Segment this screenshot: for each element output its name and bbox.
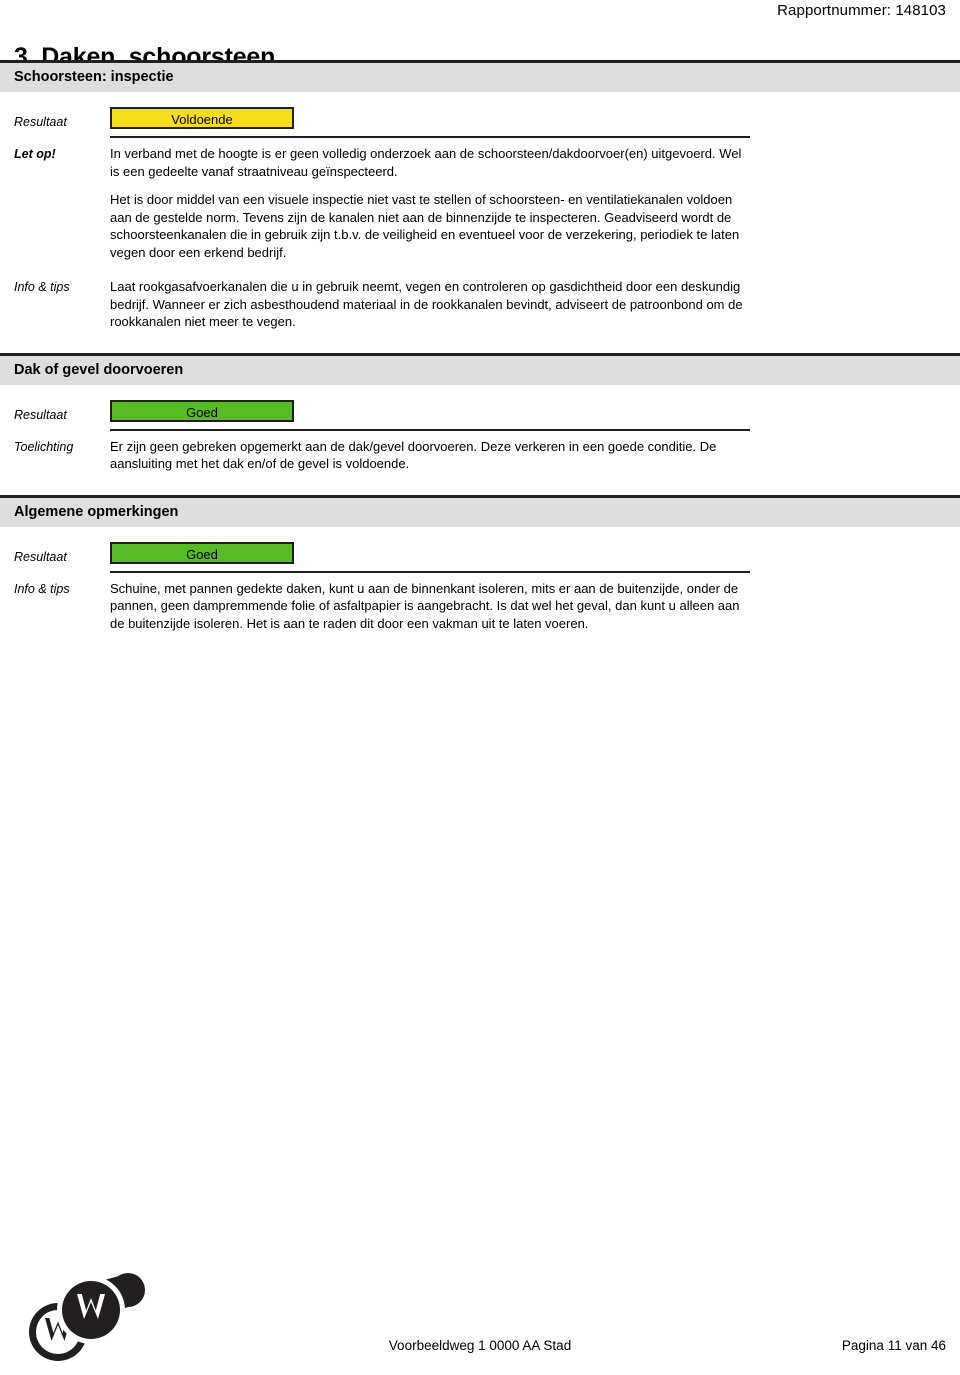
- info-tips-row: Info & tips Schuine, met pannen gedekte …: [0, 573, 960, 643]
- section-dak-of-gevel-doorvoeren: Dak of gevel doorvoeren Resultaat Goed T…: [0, 352, 960, 483]
- result-body: Goed: [110, 399, 960, 422]
- section-algemene-opmerkingen: Algemene opmerkingen Resultaat Goed Info…: [0, 494, 960, 643]
- toelichting-row: Toelichting Er zijn geen gebreken opgeme…: [0, 431, 960, 483]
- footer-page-number: Pagina 11 van 46: [841, 1338, 946, 1353]
- toelichting-label: Toelichting: [14, 439, 74, 454]
- info-tips-label: Info & tips: [14, 581, 70, 596]
- paragraph: Er zijn geen gebreken opgemerkt aan de d…: [110, 438, 717, 472]
- section-header: Algemene opmerkingen: [0, 494, 960, 527]
- note-label: Let op!: [14, 147, 56, 161]
- sections-container: Schoorsteen: inspectie Resultaat Voldoen…: [0, 60, 960, 642]
- status-badge: Goed: [110, 399, 294, 422]
- section-schoorsteen-inspectie: Schoorsteen: inspectie Resultaat Voldoen…: [0, 60, 960, 341]
- info-tips-body: Schuine, met pannen gedekte daken, kunt …: [110, 580, 960, 633]
- status-badge: Voldoende: [110, 107, 294, 129]
- result-row: Resultaat Goed: [0, 527, 960, 565]
- result-row: Resultaat Goed: [0, 385, 960, 423]
- paragraph: In verband met de hoogte is er geen voll…: [110, 146, 742, 179]
- note-body: In verband met de hoogte is er geen voll…: [110, 145, 960, 261]
- ww-logo: [18, 1269, 148, 1369]
- report-number: Rapportnummer: 148103: [777, 2, 946, 19]
- info-tips-label: Info & tips: [14, 280, 70, 294]
- result-label: Resultaat: [14, 407, 67, 422]
- footer-address: Voorbeeldweg 1 0000 AA Stad: [388, 1338, 572, 1353]
- result-body: Goed: [110, 541, 960, 564]
- document-page: Rapportnummer: 148103 3. Daken, schoorst…: [0, 0, 960, 1375]
- status-badge: Goed: [110, 541, 294, 564]
- paragraph: Laat rookgasafvoerkanalen die u in gebru…: [110, 279, 743, 329]
- section-header: Dak of gevel doorvoeren: [0, 352, 960, 385]
- page-footer: Voorbeeldweg 1 0000 AA Stad Pagina 11 va…: [0, 1265, 960, 1375]
- result-label: Resultaat: [14, 115, 67, 129]
- result-label: Resultaat: [14, 549, 67, 564]
- section-header: Schoorsteen: inspectie: [0, 60, 960, 92]
- result-body: Voldoende: [110, 107, 960, 129]
- paragraph: Schuine, met pannen gedekte daken, kunt …: [110, 580, 740, 631]
- toelichting-body: Er zijn geen gebreken opgemerkt aan de d…: [110, 438, 960, 473]
- result-row: Resultaat Voldoende: [0, 92, 960, 130]
- note-row: Let op! In verband met de hoogte is er g…: [0, 138, 960, 271]
- paragraph: Het is door middel van een visuele inspe…: [110, 192, 740, 260]
- info-tips-body: Laat rookgasafvoerkanalen die u in gebru…: [110, 278, 960, 331]
- info-tips-row: Info & tips Laat rookgasafvoerkanalen di…: [0, 271, 960, 341]
